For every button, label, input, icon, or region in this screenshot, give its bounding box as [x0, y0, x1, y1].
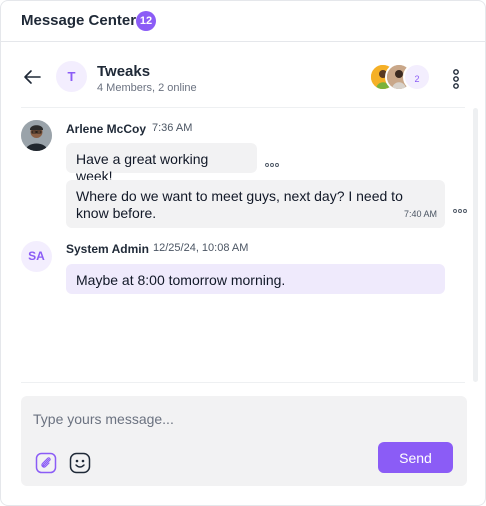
- group-name[interactable]: Tweaks: [97, 63, 150, 80]
- chat-options-button[interactable]: [447, 68, 465, 90]
- message-text: Where do we want to meet guys, next day?…: [76, 188, 403, 221]
- sender-name: Arlene McCoy: [66, 122, 147, 136]
- message-input[interactable]: [33, 408, 433, 430]
- chat-header: T Tweaks 4 Members, 2 online 2: [1, 53, 485, 105]
- message-options-button[interactable]: [453, 201, 467, 213]
- more-members-count: 2: [403, 63, 431, 91]
- more-horizontal-icon: [265, 163, 279, 167]
- attachment-icon: [35, 452, 57, 474]
- message-bubble: Have a great working week!: [66, 143, 257, 184]
- back-button[interactable]: [21, 66, 43, 88]
- more-vertical-icon: [453, 69, 459, 89]
- composer-divider: [21, 382, 465, 383]
- message-options-button[interactable]: [265, 155, 279, 167]
- message-list[interactable]: Arlene McCoy 7:36 AM Have a great workin…: [1, 108, 485, 382]
- group-avatar: T: [56, 61, 87, 92]
- avatar: SA: [21, 241, 52, 272]
- member-avatar-stack[interactable]: 2: [369, 63, 435, 93]
- emoji-icon: [69, 452, 91, 474]
- message-bubble: Where do we want to meet guys, next day?…: [66, 180, 445, 228]
- attach-button[interactable]: [35, 452, 57, 474]
- emoji-button[interactable]: [69, 452, 91, 474]
- sender-name: System Admin: [66, 242, 149, 256]
- more-horizontal-icon: [453, 209, 467, 213]
- page-title: Message Center: [21, 12, 137, 29]
- unread-count-badge: 12: [136, 11, 156, 31]
- bubble-time: 7:40 AM: [403, 209, 437, 219]
- avatar: [21, 120, 52, 151]
- message-bubble: Maybe at 8:00 tomorrow morning.: [66, 264, 445, 294]
- send-button[interactable]: Send: [378, 442, 453, 473]
- message-center-card: Message Center 12 T Tweaks 4 Members, 2 …: [0, 0, 486, 506]
- group-member-status: 4 Members, 2 online: [97, 82, 197, 94]
- message-composer: Send: [21, 396, 467, 486]
- arrow-left-icon: [24, 70, 41, 84]
- message-center-header: Message Center 12: [1, 1, 485, 42]
- message-time: 7:36 AM: [152, 122, 193, 134]
- message-scrollbar[interactable]: [473, 108, 478, 382]
- message-time: 12/25/24, 10:08 AM: [153, 242, 249, 254]
- message-text: Maybe at 8:00 tomorrow morning.: [76, 272, 286, 288]
